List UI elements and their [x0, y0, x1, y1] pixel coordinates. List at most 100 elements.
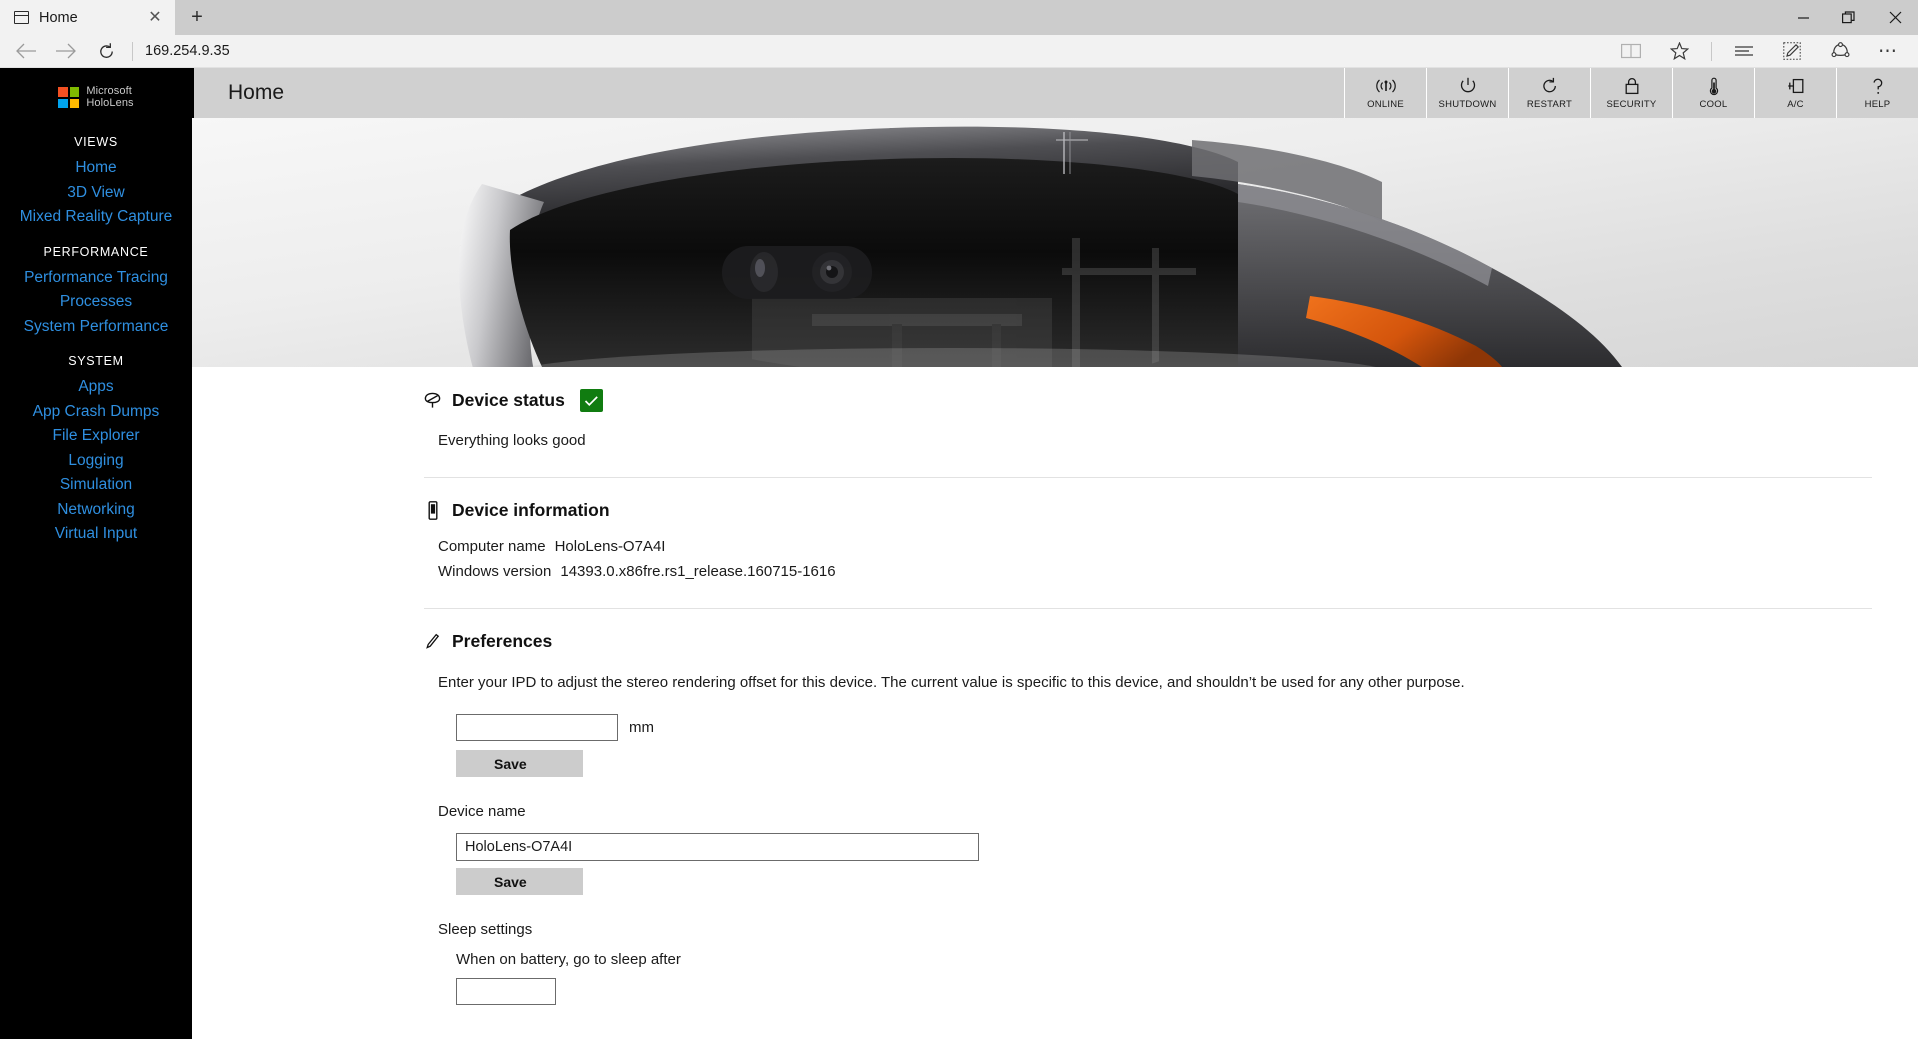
window-controls: [1780, 0, 1918, 35]
power-plug-icon: [1787, 77, 1805, 96]
close-icon[interactable]: ✕: [143, 6, 167, 30]
tab-title: Home: [39, 9, 78, 26]
device-name-field-row: [424, 833, 1872, 861]
brand-text: Microsoft HoloLens: [86, 85, 134, 109]
lock-icon: [1624, 77, 1640, 96]
maximize-icon[interactable]: [1826, 0, 1872, 35]
hololens-device-icon: [424, 391, 441, 411]
device-info-row: Windows version 14393.0.x86fre.rs1_relea…: [438, 559, 1872, 584]
windows-version-value: 14393.0.x86fre.rs1_release.160715-1616: [560, 563, 836, 580]
device-information-body: Computer name HoloLens-O7A4I Windows ver…: [424, 521, 1872, 608]
restart-icon: [1541, 77, 1559, 96]
sidebar-item-3d-view[interactable]: 3D View: [0, 181, 192, 206]
sleep-settings-label: Sleep settings: [438, 921, 533, 938]
toolbar-ac-button[interactable]: A/C: [1754, 68, 1836, 118]
power-icon: [1459, 77, 1477, 96]
sidebar-item-virtual-input[interactable]: Virtual Input: [0, 522, 192, 547]
toolbar-restart-label: RESTART: [1526, 98, 1573, 110]
nav-heading-system: SYSTEM: [68, 354, 124, 368]
ipd-input[interactable]: [456, 714, 618, 741]
minimize-icon[interactable]: [1780, 0, 1826, 35]
brand-logo-block: Microsoft HoloLens: [0, 85, 192, 109]
sidebar-item-mixed-reality-capture[interactable]: Mixed Reality Capture: [0, 205, 192, 230]
device-status-title: Device status: [452, 390, 565, 410]
wifi-signal-icon: [1375, 77, 1397, 96]
hub-lines-icon[interactable]: [1720, 36, 1768, 67]
ipd-save-row: Save: [424, 750, 1872, 777]
window-icon: [14, 11, 29, 24]
sidebar-item-apps[interactable]: Apps: [0, 375, 192, 400]
brand-line-1: Microsoft: [86, 85, 132, 97]
toolbar-help-label: HELP: [1864, 98, 1891, 110]
toolbar-help-button[interactable]: HELP: [1836, 68, 1918, 118]
more-options-icon[interactable]: ⋯: [1864, 36, 1912, 67]
sidebar-item-home[interactable]: Home: [0, 156, 192, 181]
sidebar-item-simulation[interactable]: Simulation: [0, 473, 192, 498]
toolbar-security-label: SECURITY: [1606, 98, 1657, 110]
browser-tab[interactable]: Home ✕: [0, 0, 175, 35]
device-information-title: Device information: [452, 500, 610, 520]
browser-nav-bar: 169.254.9.35 ⋯: [0, 35, 1918, 68]
sidebar-item-processes[interactable]: Processes: [0, 290, 192, 315]
hololens-hero-image: [192, 118, 1918, 367]
device-name-input[interactable]: [456, 833, 979, 861]
sidebar-item-file-explorer[interactable]: File Explorer: [0, 424, 192, 449]
edge-browser-window: Home ✕ + 169.254.9.35 ⋯ Microsoft HoloLe…: [0, 0, 1918, 1039]
device-status-section: Device status Everything looks good: [192, 367, 1918, 477]
toolbar-online-label: ONLINE: [1367, 98, 1404, 110]
device-status-heading: Device status: [424, 367, 1872, 412]
computer-name-value: HoloLens-O7A4I: [554, 538, 666, 555]
close-icon[interactable]: [1872, 0, 1918, 35]
page-viewport: Microsoft HoloLens VIEWS Home 3D View Mi…: [0, 68, 1918, 1039]
question-mark-icon: [1871, 77, 1885, 96]
star-icon[interactable]: [1655, 36, 1703, 67]
device-status-body: Everything looks good: [424, 412, 1872, 477]
windows-version-label: Windows version: [438, 563, 552, 580]
toolbar-shutdown-label: SHUTDOWN: [1438, 98, 1497, 110]
nav-heading-performance: PERFORMANCE: [43, 244, 149, 259]
device-information-heading: Device information: [424, 478, 1872, 521]
refresh-icon[interactable]: [86, 36, 126, 67]
status-badge: [579, 389, 603, 412]
ipd-unit-label: mm: [629, 719, 654, 736]
toolbar-cool-button[interactable]: COOL: [1672, 68, 1754, 118]
pencil-icon: [424, 632, 441, 652]
preferences-body: Enter your IPD to adjust the stereo rend…: [424, 652, 1872, 1005]
toolbar-security-button[interactable]: SECURITY: [1590, 68, 1672, 118]
sidebar-item-networking[interactable]: Networking: [0, 498, 192, 523]
toolbar-online-button[interactable]: ONLINE: [1344, 68, 1426, 118]
browser-title-bar: Home ✕ +: [0, 0, 1918, 35]
content-scroll-area[interactable]: Device status Everything looks good Devi…: [192, 367, 1918, 1039]
new-tab-button[interactable]: +: [175, 0, 219, 35]
ipd-save-button[interactable]: Save: [456, 750, 583, 777]
toolbar-restart-button[interactable]: RESTART: [1508, 68, 1590, 118]
computer-name-label: Computer name: [438, 538, 546, 555]
sleep-battery-input[interactable]: [456, 978, 556, 1005]
nav-group-performance: PERFORMANCE Performance Tracing Processe…: [0, 245, 192, 340]
nav-actions: ⋯: [1607, 36, 1912, 67]
sleep-battery-label: When on battery, go to sleep after: [456, 951, 681, 968]
app-header: Home ONLINE SHUTDOWN RESTART SECURITY CO…: [192, 68, 1918, 118]
forward-arrow-icon[interactable]: [46, 36, 86, 67]
nav-group-system: SYSTEM Apps App Crash Dumps File Explore…: [0, 354, 192, 547]
brand-line-2: HoloLens: [86, 96, 134, 109]
sidebar-item-system-performance[interactable]: System Performance: [0, 315, 192, 340]
sidebar-item-app-crash-dumps[interactable]: App Crash Dumps: [0, 400, 192, 425]
sidebar-item-performance-tracing[interactable]: Performance Tracing: [0, 266, 192, 291]
check-icon: [584, 395, 598, 406]
toolbar-shutdown-button[interactable]: SHUTDOWN: [1426, 68, 1508, 118]
title-bar-drag-region: [219, 0, 1780, 35]
page-body: Device status Everything looks good Devi…: [192, 367, 1918, 1005]
sidebar: Microsoft HoloLens VIEWS Home 3D View Mi…: [0, 68, 192, 1039]
sleep-battery-field-row: [424, 978, 1872, 1005]
share-icon[interactable]: [1816, 36, 1864, 67]
address-bar[interactable]: 169.254.9.35: [143, 43, 1607, 59]
device-name-save-button[interactable]: Save: [456, 868, 583, 895]
sidebar-item-logging[interactable]: Logging: [0, 449, 192, 474]
back-arrow-icon[interactable]: [6, 36, 46, 67]
nav-heading-views: VIEWS: [74, 135, 118, 149]
book-icon[interactable]: [1607, 36, 1655, 67]
device-name-save-row: Save: [424, 868, 1872, 895]
pen-note-icon[interactable]: [1768, 36, 1816, 67]
device-toolbar: ONLINE SHUTDOWN RESTART SECURITY COOL A/…: [1344, 68, 1918, 118]
